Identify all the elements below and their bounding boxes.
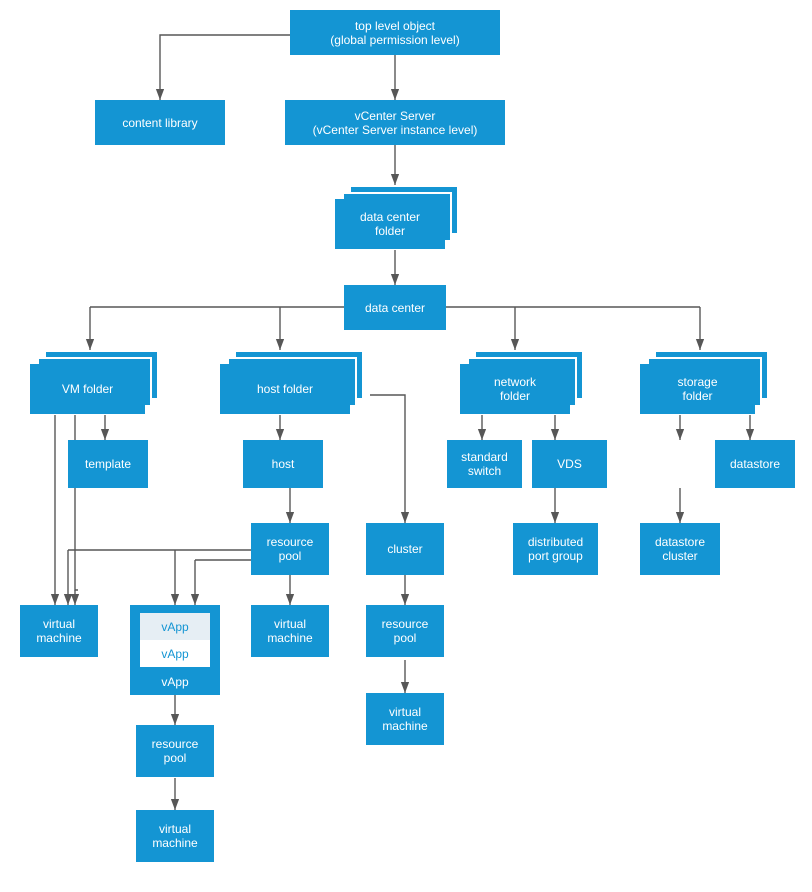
node-content-library: content library (95, 100, 225, 145)
label: machine (382, 719, 427, 733)
label: folder (500, 389, 530, 403)
label: data center (365, 301, 425, 315)
label: storage (677, 375, 717, 389)
node-vm-folder: VM folder (30, 350, 165, 415)
label: cluster (387, 542, 422, 556)
node-resource-pool-vapp: resource pool (136, 725, 214, 777)
label: distributed (528, 535, 583, 549)
node-template: template (68, 440, 148, 488)
node-standard-switch: standard switch (447, 440, 522, 488)
node-distributed-port-group: distributed port group (513, 523, 598, 575)
label: (global permission level) (330, 33, 459, 47)
label: host folder (257, 382, 313, 396)
node-host: host (243, 440, 323, 488)
label: (vCenter Server instance level) (313, 123, 478, 137)
node-virtual-machine-left: virtual machine (20, 605, 98, 657)
vapp-inner-bottom: vApp (140, 640, 210, 667)
label: vApp (161, 675, 188, 689)
label: pool (394, 631, 417, 645)
node-vapp: vApp vApp vApp (130, 605, 220, 695)
vapp-inner-top: vApp (140, 613, 210, 640)
node-host-folder: host folder (220, 350, 370, 415)
label: folder (375, 224, 405, 238)
label: machine (36, 631, 81, 645)
label: machine (267, 631, 312, 645)
label: port group (528, 549, 583, 563)
node-datastore-cluster: datastore cluster (640, 523, 720, 575)
label: top level object (355, 19, 435, 33)
node-storage-folder: storage folder (640, 350, 775, 415)
label: vApp (161, 620, 188, 634)
label: switch (468, 464, 501, 478)
label: VM folder (62, 382, 113, 396)
node-virtual-machine-host-rp: virtual machine (251, 605, 329, 657)
node-resource-pool-host: resource pool (251, 523, 329, 575)
label: cluster (662, 549, 697, 563)
label: folder (682, 389, 712, 403)
node-cluster: cluster (366, 523, 444, 575)
label: virtual (159, 822, 191, 836)
label: machine (152, 836, 197, 850)
label: data center (360, 210, 420, 224)
label: content library (122, 116, 197, 130)
label: template (85, 457, 131, 471)
label: pool (164, 751, 187, 765)
node-virtual-machine-cluster: virtual machine (366, 693, 444, 745)
node-vcenter-server: vCenter Server (vCenter Server instance … (285, 100, 505, 145)
label: datastore (655, 535, 705, 549)
node-resource-pool-cluster: resource pool (366, 605, 444, 657)
node-data-center-folder: data center folder (335, 185, 465, 250)
vapp-outer-label: vApp (130, 675, 220, 689)
label: resource (152, 737, 199, 751)
label: vApp (161, 647, 188, 661)
label: virtual (389, 705, 421, 719)
label: virtual (274, 617, 306, 631)
node-top-level-object: top level object (global permission leve… (290, 10, 500, 55)
label: datastore (730, 457, 780, 471)
node-vds: VDS (532, 440, 607, 488)
node-datastore: datastore (715, 440, 795, 488)
label: resource (382, 617, 429, 631)
label: virtual (43, 617, 75, 631)
node-network-folder: network folder (460, 350, 590, 415)
diagram-canvas: { "colors": { "node": "#1495d3", "text":… (0, 0, 812, 892)
node-virtual-machine-vapp: virtual machine (136, 810, 214, 862)
label: pool (279, 549, 302, 563)
label: vCenter Server (355, 109, 436, 123)
label: standard (461, 450, 508, 464)
label: network (494, 375, 536, 389)
node-data-center: data center (344, 285, 446, 330)
label: host (272, 457, 295, 471)
label: VDS (557, 457, 582, 471)
label: resource (267, 535, 314, 549)
